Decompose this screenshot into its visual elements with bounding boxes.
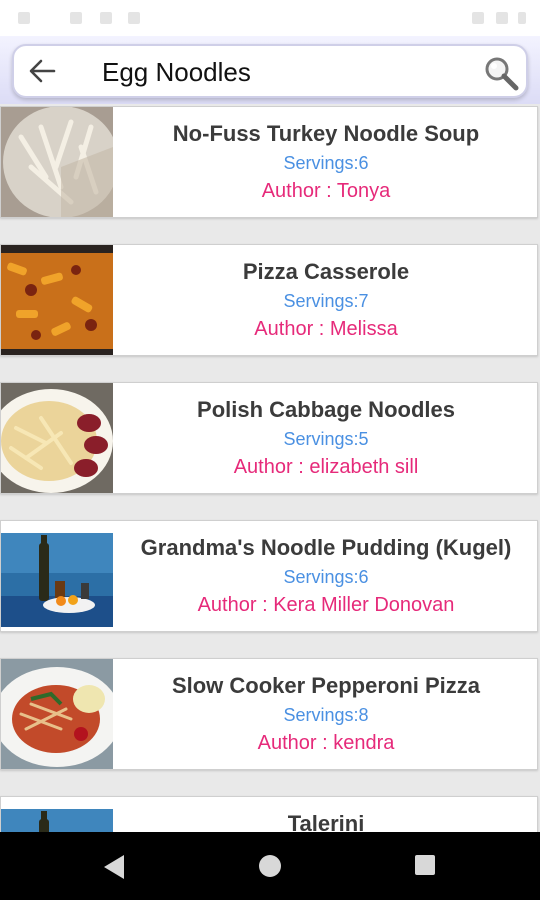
- magnifier-icon[interactable]: [482, 54, 520, 92]
- recipe-card[interactable]: Pizza Casserole Servings:7 Author : Meli…: [0, 244, 538, 356]
- recipe-servings: Servings:6: [283, 567, 369, 587]
- recipe-servings: Servings:8: [283, 705, 369, 725]
- recipe-card[interactable]: Polish Cabbage Noodles Servings:5 Author…: [0, 382, 538, 494]
- recipe-card[interactable]: Slow Cooker Pepperoni Pizza Servings:8 A…: [0, 658, 538, 770]
- recipe-author: Author : Melissa: [254, 318, 398, 340]
- arrow-back-icon[interactable]: [28, 58, 56, 84]
- status-icon: [100, 12, 112, 24]
- wifi-icon: [472, 12, 484, 24]
- recipe-title: Polish Cabbage Noodles: [197, 397, 455, 422]
- home-circle-icon[interactable]: [258, 854, 282, 878]
- recipe-author: Author : elizabeth sill: [233, 456, 419, 478]
- battery-icon: [518, 12, 526, 24]
- navigation-bar: [0, 832, 540, 900]
- recipe-servings: Servings:5: [283, 429, 369, 449]
- recipe-photo: [1, 107, 113, 217]
- recipe-title: Grandma's Noodle Pudding (Kugel): [140, 535, 512, 560]
- recipe-author: Author : kendra: [257, 732, 395, 754]
- recipe-photo: [1, 797, 113, 832]
- recipe-author: Author : Tonya: [261, 180, 391, 202]
- search-bar: Egg Noodles: [12, 44, 528, 98]
- recipe-title: No-Fuss Turkey Noodle Soup: [172, 121, 480, 146]
- recipe-card[interactable]: No-Fuss Turkey Noodle Soup Servings:6 Au…: [0, 106, 538, 218]
- recipe-list[interactable]: No-Fuss Turkey Noodle Soup Servings:6 Au…: [0, 106, 540, 832]
- recipe-author: Author : Kera Miller Donovan: [197, 594, 455, 616]
- status-icon: [70, 12, 82, 24]
- signal-icon: [496, 12, 508, 24]
- recipe-photo: [1, 659, 113, 769]
- status-icon: [18, 12, 30, 24]
- recipe-servings: Servings:6: [283, 153, 369, 173]
- recipe-servings: Servings:7: [283, 291, 369, 311]
- recipe-title: Slow Cooker Pepperoni Pizza: [171, 673, 481, 698]
- recents-square-icon[interactable]: [414, 854, 436, 876]
- back-triangle-icon[interactable]: [102, 854, 126, 880]
- recipe-card[interactable]: Talerini: [0, 796, 538, 832]
- status-bar: [0, 0, 540, 36]
- status-icon: [128, 12, 140, 24]
- search-input[interactable]: Egg Noodles: [102, 57, 251, 88]
- search-header: Egg Noodles: [0, 36, 540, 104]
- recipe-card[interactable]: Grandma's Noodle Pudding (Kugel) Serving…: [0, 520, 538, 632]
- recipe-title: Pizza Casserole: [242, 259, 410, 284]
- recipe-photo: [1, 245, 113, 355]
- recipe-photo: [1, 521, 113, 631]
- recipe-photo: [1, 383, 113, 493]
- recipe-title: Talerini: [287, 811, 365, 832]
